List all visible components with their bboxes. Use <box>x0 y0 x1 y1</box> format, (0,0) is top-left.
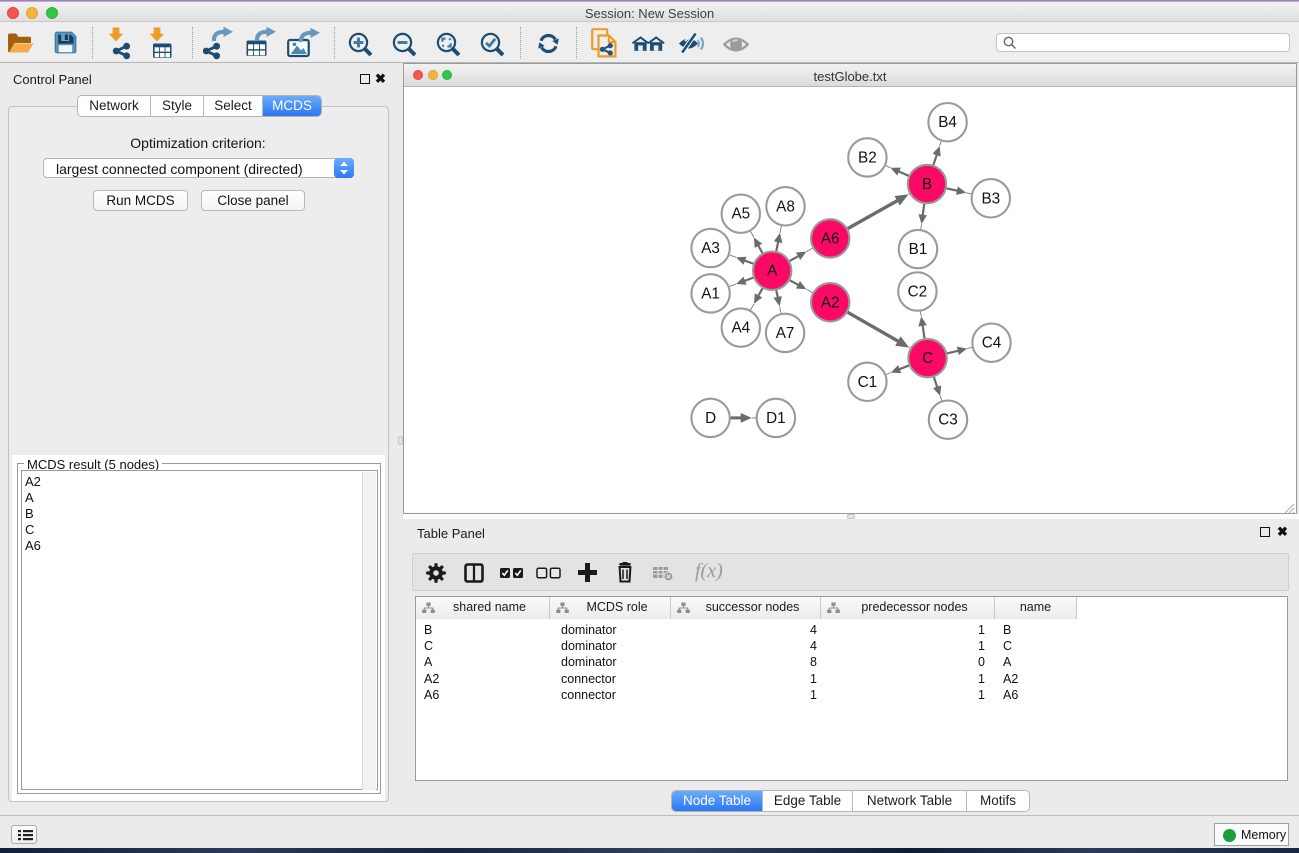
svg-text:D1: D1 <box>766 410 786 427</box>
svg-text:B: B <box>922 176 932 193</box>
svg-text:A8: A8 <box>776 198 795 215</box>
svg-text:C1: C1 <box>858 374 878 391</box>
svg-text:A5: A5 <box>731 206 750 223</box>
svg-text:D: D <box>705 410 716 427</box>
svg-text:A6: A6 <box>821 230 840 247</box>
svg-text:C2: C2 <box>908 284 928 301</box>
svg-text:B3: B3 <box>981 190 1000 207</box>
svg-text:C: C <box>922 350 933 367</box>
svg-text:A3: A3 <box>701 240 720 257</box>
svg-text:A7: A7 <box>776 325 795 342</box>
svg-text:A1: A1 <box>701 285 720 302</box>
svg-text:A: A <box>767 263 778 280</box>
svg-text:B1: B1 <box>909 241 928 258</box>
svg-text:A2: A2 <box>821 294 840 311</box>
svg-text:A4: A4 <box>731 320 750 337</box>
svg-text:C3: C3 <box>938 412 958 429</box>
svg-text:B4: B4 <box>938 114 957 131</box>
svg-text:C4: C4 <box>982 335 1002 352</box>
svg-text:B2: B2 <box>858 149 877 166</box>
